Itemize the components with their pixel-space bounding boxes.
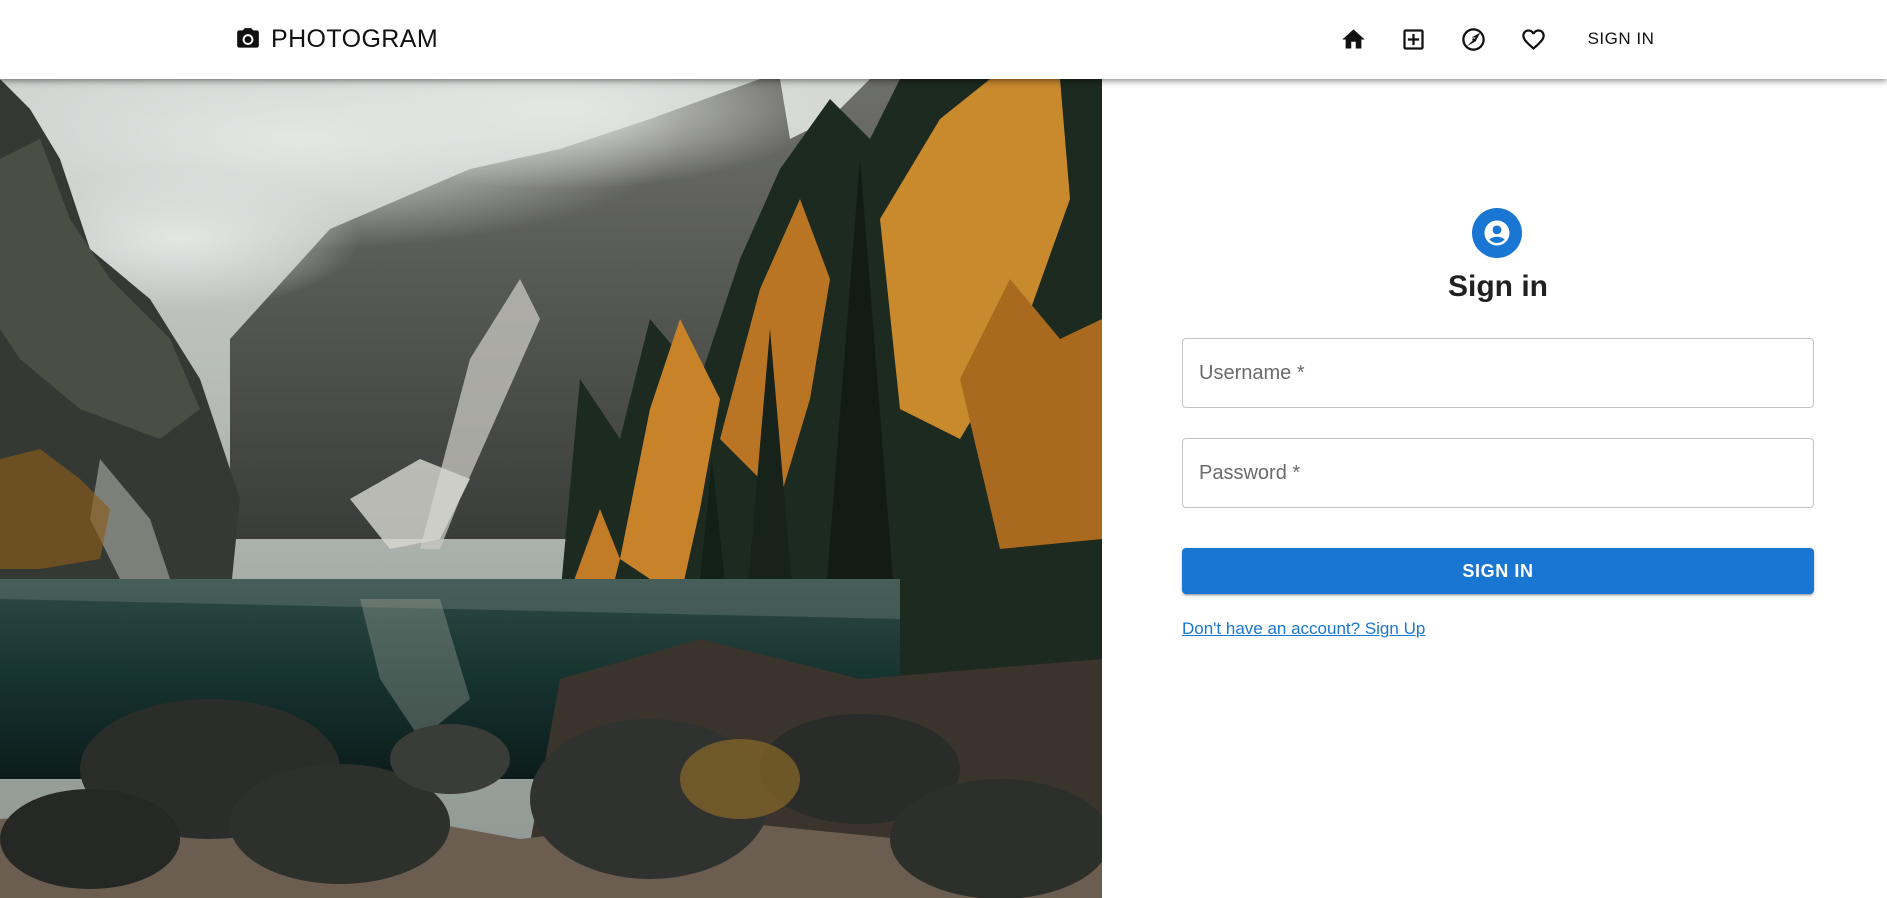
avatar (1472, 208, 1522, 258)
new-post-button[interactable] (1396, 22, 1430, 56)
home-icon (1341, 28, 1365, 48)
page-title: Sign in (1448, 270, 1548, 303)
account-circle-icon (1484, 220, 1510, 246)
password-field[interactable] (1182, 438, 1814, 508)
username-field[interactable] (1182, 338, 1814, 408)
signup-link[interactable]: Don't have an account? Sign Up (1182, 617, 1425, 641)
hero-landscape-image (0, 79, 1102, 898)
explore-button[interactable] (1456, 22, 1490, 56)
home-button[interactable] (1336, 22, 1370, 56)
username-input[interactable] (1183, 339, 1813, 407)
header-signin-button[interactable]: SIGN IN (1576, 22, 1666, 56)
brand-name: PHOTOGRAM (271, 24, 439, 53)
add-box-icon (1402, 28, 1424, 50)
signin-submit-button[interactable]: SIGN IN (1182, 548, 1814, 594)
favorites-button[interactable] (1516, 22, 1550, 56)
password-input[interactable] (1183, 439, 1813, 507)
camera-icon (237, 28, 259, 48)
explore-icon (1461, 27, 1485, 51)
app-bar: PHOTOGRAM SIGN IN (0, 0, 1887, 79)
heart-icon (1521, 28, 1545, 50)
brand-logo-link[interactable]: PHOTOGRAM (235, 22, 438, 56)
